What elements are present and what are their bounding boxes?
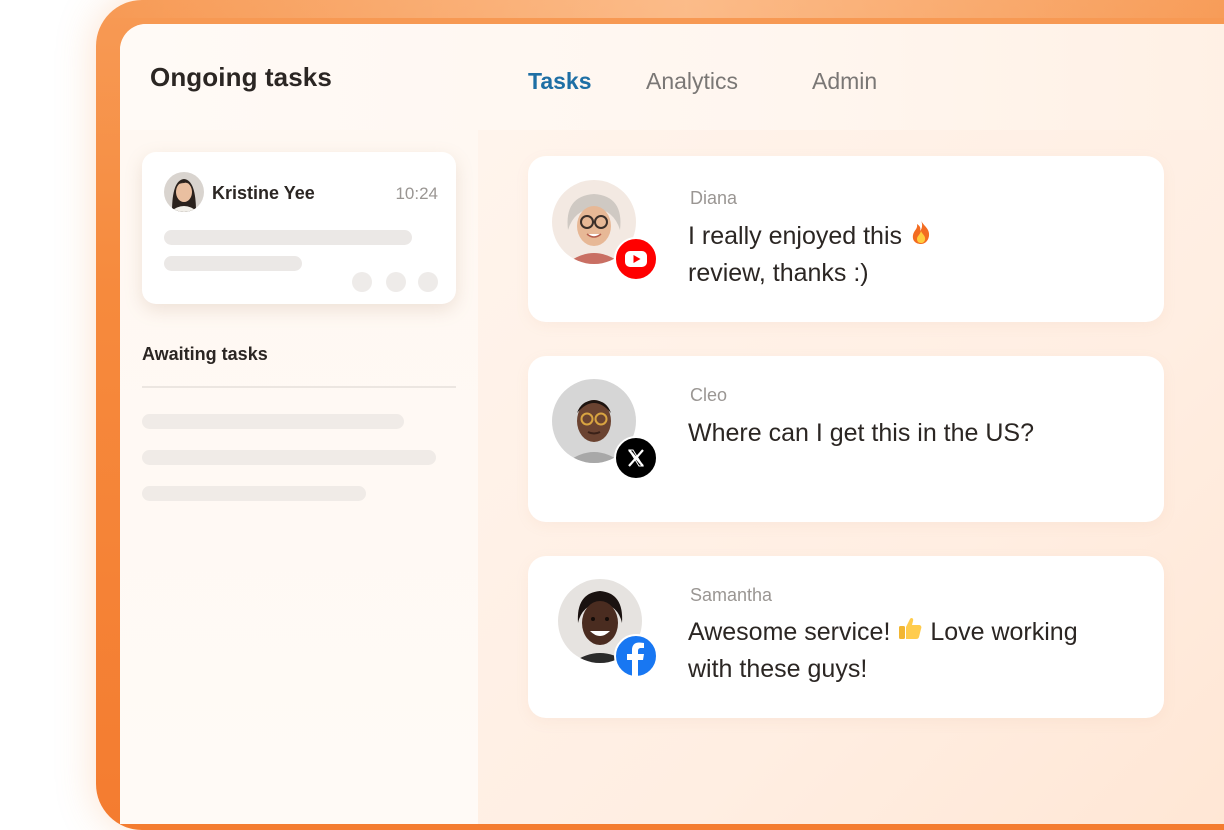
current-task-card[interactable]: Kristine Yee 10:24 (142, 152, 456, 304)
message-text-line: with these guys! (688, 655, 868, 684)
youtube-icon (614, 237, 658, 281)
tab-tasks[interactable]: Tasks (528, 68, 592, 95)
message-card-diana[interactable]: Diana I really enjoyed this review, than… (528, 156, 1164, 322)
placeholder-line (164, 256, 302, 271)
task-timestamp: 10:24 (395, 184, 438, 203)
tab-admin[interactable]: Admin (812, 68, 877, 95)
app-screen: Ongoing tasks Tasks Analytics Admin Kris… (120, 24, 1224, 824)
task-assignee-name: Kristine Yee (212, 183, 315, 203)
message-author: Diana (690, 188, 738, 208)
awaiting-task-placeholder (142, 486, 366, 501)
thumbs-up-icon (897, 615, 923, 651)
action-dot[interactable] (352, 272, 372, 292)
divider (142, 386, 456, 388)
action-dot[interactable] (386, 272, 406, 292)
facebook-icon (614, 634, 658, 678)
page-title: Ongoing tasks (150, 62, 332, 92)
action-dot[interactable] (418, 272, 438, 292)
app-header: Ongoing tasks Tasks Analytics Admin (120, 24, 1224, 130)
avatar (164, 172, 204, 212)
message-text: Where can I get this in the US? (688, 419, 1035, 447)
x-icon (614, 436, 658, 480)
message-author: Samantha (690, 585, 773, 605)
message-author: Cleo (690, 385, 728, 405)
message-text-line: Awesome service! (688, 618, 891, 646)
message-card-cleo[interactable]: Cleo Where can I get this in the US? (528, 356, 1164, 522)
message-text-line: review, thanks :) (688, 259, 869, 288)
message-text-line: I really enjoyed this (688, 222, 903, 250)
awaiting-task-placeholder (142, 450, 436, 465)
awaiting-task-placeholder (142, 414, 404, 429)
awaiting-tasks-heading: Awaiting tasks (142, 344, 268, 364)
message-card-samantha[interactable]: Samantha Awesome service! Love working w… (528, 556, 1164, 718)
message-text-line: Love working (930, 618, 1078, 646)
fire-icon (909, 219, 933, 255)
message-text: Awesome service! Love working with these… (688, 614, 1078, 687)
tab-analytics[interactable]: Analytics (646, 68, 738, 95)
placeholder-line (164, 230, 412, 245)
message-text: I really enjoyed this review, thanks :) (688, 218, 933, 291)
